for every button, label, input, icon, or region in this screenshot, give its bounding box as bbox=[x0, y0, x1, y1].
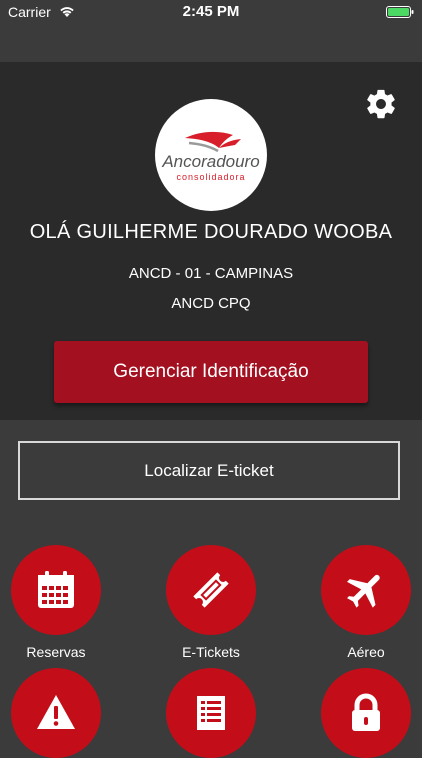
tile-circle bbox=[321, 545, 411, 635]
warning-icon bbox=[37, 695, 75, 729]
lock-icon bbox=[352, 693, 380, 731]
battery-icon bbox=[386, 6, 414, 18]
calendar-icon bbox=[38, 571, 74, 608]
branch-label: ANCD CPQ bbox=[171, 295, 251, 312]
airplane-icon bbox=[347, 574, 380, 608]
profile-header: Ancoradouro consolidadora OLÁ GUILHERME … bbox=[0, 62, 422, 420]
logo-brand-text: Ancoradouro bbox=[161, 152, 259, 171]
tile-label: E-Tickets bbox=[182, 644, 240, 660]
tile-circle bbox=[166, 668, 256, 758]
ticket-icon bbox=[193, 572, 229, 608]
tile-reservas[interactable]: Reservas bbox=[0, 545, 116, 660]
company-logo: Ancoradouro consolidadora bbox=[155, 99, 267, 211]
tile-label: Reservas bbox=[26, 644, 86, 660]
clock: 2:45 PM bbox=[182, 3, 240, 20]
tile-etickets[interactable]: E-Tickets bbox=[151, 545, 271, 660]
tile-list[interactable] bbox=[151, 668, 271, 758]
manage-identification-button[interactable]: Gerenciar Identificação bbox=[54, 341, 368, 403]
tile-alerts[interactable] bbox=[0, 668, 116, 758]
logo-tagline-text: consolidadora bbox=[176, 172, 245, 182]
tile-circle bbox=[11, 545, 101, 635]
status-bar: Carrier 2:45 PM bbox=[0, 0, 422, 24]
tile-lock[interactable] bbox=[306, 668, 422, 758]
gear-icon[interactable] bbox=[364, 87, 398, 121]
tile-circle bbox=[166, 545, 256, 635]
list-icon bbox=[197, 696, 225, 730]
logo-graphic: Ancoradouro consolidadora bbox=[161, 131, 260, 182]
tile-circle bbox=[321, 668, 411, 758]
tile-label: Aéreo bbox=[347, 644, 385, 660]
tile-aereo[interactable]: Aéreo bbox=[306, 545, 422, 660]
agency-label: ANCD - 01 - CAMPINAS bbox=[128, 265, 294, 282]
tile-circle bbox=[11, 668, 101, 758]
find-eticket-button[interactable]: Localizar E-ticket bbox=[18, 441, 400, 500]
greeting-title: OLÁ GUILHERME DOURADO WOOBA bbox=[29, 221, 393, 243]
nav-bar bbox=[0, 24, 422, 62]
